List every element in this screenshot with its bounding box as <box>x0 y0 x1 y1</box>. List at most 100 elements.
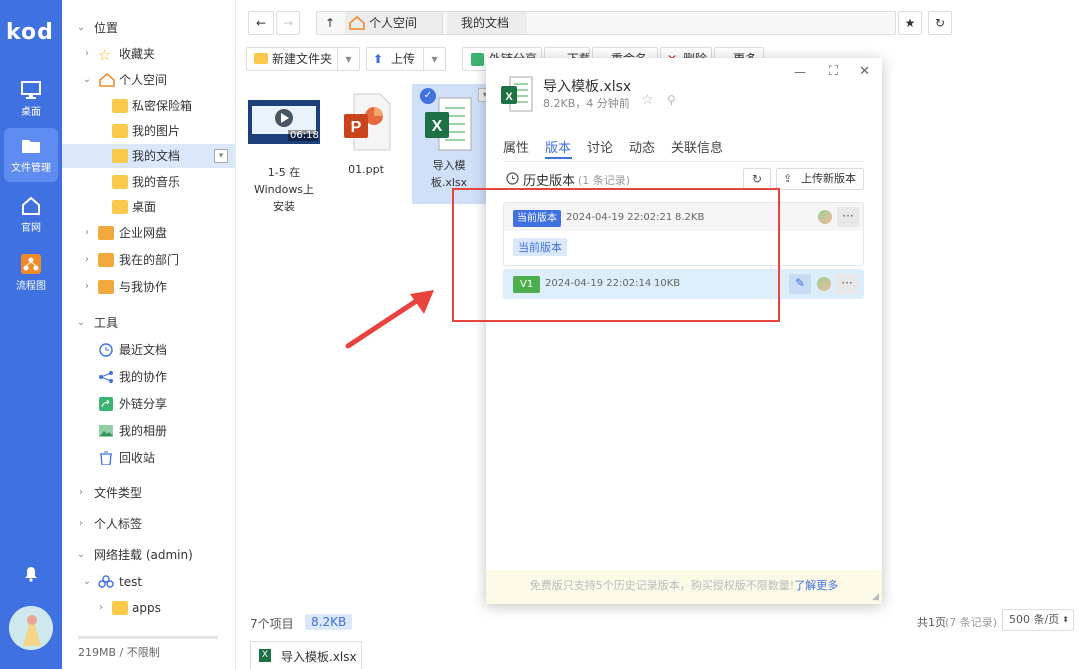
tree-item-favorites[interactable]: › ☆ 收藏夹 <box>62 42 236 66</box>
tree-item-my-album[interactable]: 我的相册 <box>62 419 236 443</box>
page-count: 共1页 <box>917 616 946 629</box>
upload-new-version-button[interactable]: ⇪ 上传新版本 <box>776 168 864 190</box>
tab-properties[interactable]: 属性 <box>503 137 529 156</box>
trash-icon <box>100 451 112 465</box>
tree-section-network-mount[interactable]: ⌄ 网络挂载 (admin) <box>62 543 236 567</box>
edit-pencil-icon[interactable]: ✎ <box>789 274 811 294</box>
tree-item-my-documents[interactable]: 我的文档 ▾ <box>62 144 236 168</box>
item-count: 7个项目 <box>250 617 294 631</box>
chevron-right-icon: › <box>85 48 89 59</box>
video-duration: 06:18 <box>290 130 319 141</box>
tree-item-my-department[interactable]: › 我在的部门 <box>62 248 236 272</box>
folder-icon <box>22 140 40 153</box>
resize-handle[interactable]: ◢ <box>872 592 879 602</box>
rail-item-website[interactable]: 官网 <box>4 188 58 242</box>
rail-label: 流程图 <box>16 281 46 292</box>
arrow-left-icon: ← <box>255 16 267 30</box>
upload-icon: ⬆ <box>373 52 384 66</box>
home-icon <box>99 73 115 87</box>
home-icon <box>22 196 40 215</box>
tree-item-external-share[interactable]: 外链分享 <box>62 392 236 416</box>
folder-icon <box>112 200 128 214</box>
dropdown-arrow-icon[interactable]: ▾ <box>214 149 228 163</box>
rail-item-file-manager[interactable]: 文件管理 <box>4 128 58 182</box>
file-item-video[interactable]: 06:18 1-5 在Windows上安装 <box>244 100 324 215</box>
refresh-button[interactable]: ↻ <box>743 168 771 190</box>
annotation-arrow-icon <box>345 290 434 349</box>
check-icon[interactable]: ✓ <box>420 88 436 104</box>
caret-down-icon[interactable]: ▾ <box>337 48 359 70</box>
tree-section-personal-tags[interactable]: › 个人标签 <box>62 512 236 536</box>
avatar[interactable] <box>9 606 53 650</box>
tree-item-recent-docs[interactable]: 最近文档 <box>62 338 236 362</box>
chevron-down-icon: ⌄ <box>82 576 92 587</box>
arrow-right-icon: → <box>282 16 294 30</box>
tree-section-tools[interactable]: ⌄ 工具 <box>62 311 236 335</box>
more-options-button[interactable]: ··· <box>836 274 858 294</box>
per-page-select[interactable]: 500 条/页 ⬍ <box>1002 609 1074 631</box>
refresh-button[interactable]: ↻ <box>928 11 952 35</box>
history-icon <box>506 172 519 185</box>
maximize-icon[interactable]: ⛶ <box>829 64 838 79</box>
external-share-icon <box>99 397 113 411</box>
tree-item-recycle-bin[interactable]: 回收站 <box>62 446 236 470</box>
tree-section-file-types[interactable]: › 文件类型 <box>62 481 236 505</box>
rail-label: 官网 <box>21 223 41 234</box>
taskbar-tab[interactable]: X 导入模板.xlsx <box>250 641 362 669</box>
chevron-right-icon: › <box>79 518 83 529</box>
user-avatar <box>818 210 832 224</box>
close-icon[interactable]: ✕ <box>859 64 870 79</box>
active-tab-indicator <box>545 157 572 159</box>
clock-icon <box>99 343 113 357</box>
tree-item-enterprise-disk[interactable]: › 企业网盘 <box>62 221 236 245</box>
tree-item-personal-space[interactable]: ⌄ 个人空间 <box>62 68 236 92</box>
more-options-button[interactable]: ··· <box>837 207 859 227</box>
rail-label: 桌面 <box>21 107 41 118</box>
tree-item-apps[interactable]: › apps <box>62 596 236 620</box>
breadcrumb-personal-space[interactable]: 个人空间 <box>345 12 443 34</box>
folder-icon <box>112 149 128 163</box>
tree-item-test[interactable]: ⌄ test <box>62 570 236 594</box>
address-bar[interactable]: ↑ 个人空间 我的文档 <box>316 11 896 35</box>
refresh-icon: ↻ <box>751 172 763 186</box>
tree-item-my-pictures[interactable]: 我的图片 <box>62 119 236 143</box>
tree-item-collab-with-me[interactable]: › 与我协作 <box>62 275 236 299</box>
favorite-button[interactable]: ★ <box>898 11 922 35</box>
app-rail: kod 桌面 文件管理 官网 流程图 <box>0 0 62 669</box>
tab-related-info[interactable]: 关联信息 <box>671 137 723 156</box>
file-name: 导入模板.xlsx <box>430 159 468 189</box>
star-icon: ★ <box>904 16 916 30</box>
chevron-down-icon: ⌄ <box>76 549 86 560</box>
learn-more-link[interactable]: 了解更多 <box>794 579 838 592</box>
bell-icon[interactable] <box>24 566 38 582</box>
tab-activity[interactable]: 动态 <box>629 137 655 156</box>
forward-button[interactable]: → <box>276 11 300 35</box>
tree-item-my-music[interactable]: 我的音乐 <box>62 170 236 194</box>
tab-versions[interactable]: 版本 <box>545 137 571 156</box>
folder-icon <box>254 53 268 64</box>
tree-section-location[interactable]: ⌄ 位置 <box>62 16 236 40</box>
sidebar-tree: ⌄ 位置 › ☆ 收藏夹 ⌄ 个人空间 私密保险箱 我的图片 我的文档 ▾ 我的… <box>62 0 236 669</box>
rail-item-flowchart[interactable]: 流程图 <box>4 246 58 300</box>
upload-button[interactable]: ⬆ 上传 ▾ <box>366 47 446 71</box>
chevron-right-icon: › <box>85 281 89 292</box>
folder-icon <box>98 226 114 240</box>
rail-item-desktop[interactable]: 桌面 <box>4 72 58 126</box>
caret-down-icon[interactable]: ▾ <box>423 48 445 70</box>
tree-item-private-vault[interactable]: 私密保险箱 <box>62 94 236 118</box>
back-button[interactable]: ← <box>248 11 274 35</box>
breadcrumb-my-documents[interactable]: 我的文档 <box>447 12 527 34</box>
file-item-xlsx-selected[interactable]: ✓ ▾ X 导入模板.xlsx <box>412 84 492 204</box>
tree-item-desktop[interactable]: 桌面 <box>62 195 236 219</box>
new-folder-button[interactable]: 新建文件夹 ▾ <box>246 47 360 71</box>
minimize-icon[interactable]: — <box>794 65 806 79</box>
arrow-up-icon[interactable]: ↑ <box>325 12 335 34</box>
star-icon[interactable]: ☆ <box>641 92 654 108</box>
tab-discussion[interactable]: 讨论 <box>587 137 613 156</box>
file-item-ppt[interactable]: P 01.ppt <box>326 92 406 178</box>
tree-item-my-collab[interactable]: 我的协作 <box>62 365 236 389</box>
svg-text:P: P <box>351 119 362 136</box>
pin-icon[interactable]: ⚲ <box>667 93 676 107</box>
svg-text:X: X <box>505 91 513 103</box>
storage-usage-bar <box>78 636 218 639</box>
